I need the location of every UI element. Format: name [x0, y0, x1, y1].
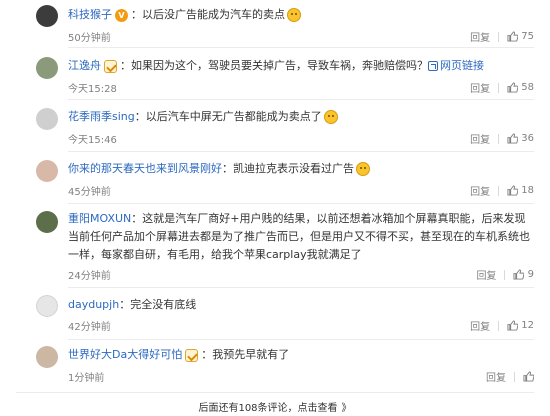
reply-button[interactable]: 回复	[470, 80, 490, 95]
like-count: 12	[521, 319, 534, 331]
comment-actions: 回复	[486, 369, 535, 384]
commenter-name[interactable]: daydupjh	[68, 298, 119, 311]
thumbs-up-icon	[507, 82, 519, 93]
verified-badge-icon	[185, 348, 199, 362]
reply-button[interactable]: 回复	[486, 369, 506, 384]
commenter-name[interactable]: 江逸舟	[68, 59, 101, 72]
chevron-right-icon: 》	[341, 403, 352, 414]
commenter-name[interactable]: 花季雨季sing	[68, 110, 135, 123]
comment-item: 江逸舟 ：如果因为这个，驾驶员要关掉广告，导致车祸，奔驰赔偿吗？ 网页链接 今天15…	[0, 47, 550, 95]
comment-time: 45分钟前	[68, 187, 111, 198]
like-button[interactable]: 12	[507, 320, 534, 332]
divider	[498, 133, 500, 144]
thumbs-up-icon	[523, 371, 535, 382]
like-button[interactable]	[523, 371, 535, 383]
like-count: 9	[527, 268, 534, 280]
avatar[interactable]	[36, 5, 58, 27]
web-link[interactable]: 网页链接	[428, 59, 484, 72]
commenter-name[interactable]: 重阳MOXUN	[68, 212, 131, 225]
verified-badge-icon	[104, 59, 117, 73]
reply-button[interactable]: 回复	[470, 29, 490, 44]
comment-text: ：以后没广告能成为汽车的卖点	[131, 8, 285, 21]
comment-item: daydupjh：完全没有底线 42分钟前 回复 12	[0, 287, 550, 335]
comment-time: 50分钟前	[68, 33, 111, 44]
avatar[interactable]	[36, 108, 58, 130]
comment-time: 1分钟前	[68, 373, 105, 384]
comment-text: ：如果因为这个，驾驶员要关掉广告，导致车祸，奔驰赔偿吗？	[120, 59, 428, 72]
thumbs-up-icon	[507, 31, 519, 42]
load-more-label: 后面还有108条评论，点击查看	[198, 403, 338, 414]
comment-divider	[16, 392, 534, 393]
like-button[interactable]: 58	[507, 82, 534, 94]
comment-item: 世界好大Da大得好可怕 ：我预先早就有了 1分钟前 回复	[0, 339, 550, 391]
divider	[498, 320, 500, 331]
comment-actions: 回复 36	[470, 131, 534, 146]
comment-text: ：凯迪拉克表示没看过广告	[222, 162, 354, 175]
reply-button[interactable]: 回复	[476, 267, 496, 282]
avatar[interactable]	[36, 211, 58, 233]
reply-button[interactable]: 回复	[470, 318, 490, 333]
smile-emoji-icon	[287, 8, 301, 22]
comment-text: ：以后汽车中屏无广告都能成为卖点了	[134, 110, 322, 123]
comment-text: ：我预先早就有了	[201, 348, 290, 361]
like-button[interactable]: 75	[507, 31, 534, 43]
comment-item: 花季雨季sing：以后汽车中屏无广告都能成为卖点了 今天15:46 回复 36	[0, 99, 550, 147]
like-button[interactable]: 9	[513, 269, 534, 281]
reply-button[interactable]: 回复	[470, 131, 490, 146]
vip-icon: V	[115, 8, 128, 22]
reply-button[interactable]: 回复	[470, 183, 490, 198]
comment-time: 42分钟前	[68, 322, 111, 333]
like-count: 18	[521, 184, 534, 196]
comment-item: 科技猴子 V ：以后没广告能成为汽车的卖点 50分钟前 回复 75	[0, 0, 550, 50]
divider	[498, 82, 500, 93]
cat-emoji-icon	[323, 110, 338, 124]
comment-time: 今天15:46	[68, 135, 117, 146]
like-button[interactable]: 36	[507, 133, 534, 145]
commenter-name[interactable]: 科技猴子	[68, 8, 112, 21]
avatar[interactable]	[36, 57, 58, 79]
divider	[514, 371, 515, 382]
comment-item: 你来的那天春天也来到风景刚好：凯迪拉克表示没看过广告 45分钟前 回复 18	[0, 151, 550, 199]
commenter-name[interactable]: 世界好大Da大得好可怕	[68, 348, 182, 361]
link-icon	[428, 61, 438, 71]
comment-actions: 回复 75	[470, 29, 534, 44]
smile-emoji-icon	[356, 162, 370, 176]
comment-actions: 回复 9	[476, 267, 534, 282]
commenter-name[interactable]: 你来的那天春天也来到风景刚好	[68, 162, 222, 175]
comment-actions: 回复 18	[470, 183, 534, 198]
divider	[504, 269, 506, 280]
divider	[498, 185, 500, 196]
load-more-comments-link[interactable]: 后面还有108条评论，点击查看》	[0, 399, 550, 414]
comment-text: ：这就是汽车厂商好+用户贱的结果，以前还想着冰箱加个屏幕真职能，后来发现当前任何…	[68, 212, 530, 261]
like-count: 58	[521, 81, 534, 93]
comment-time: 24分钟前	[68, 271, 111, 282]
thumbs-up-icon	[507, 133, 519, 144]
thumbs-up-icon	[513, 269, 525, 280]
comment-actions: 回复 58	[470, 80, 534, 95]
avatar[interactable]	[36, 346, 58, 368]
comment-text: ：完全没有底线	[119, 298, 197, 311]
comment-time: 今天15:28	[68, 84, 117, 95]
comment-actions: 回复 12	[470, 318, 534, 333]
avatar[interactable]	[36, 295, 58, 317]
divider	[498, 31, 500, 42]
thumbs-up-icon	[507, 320, 519, 331]
like-count: 36	[521, 132, 534, 144]
like-button[interactable]: 18	[507, 185, 534, 197]
thumbs-up-icon	[507, 185, 519, 196]
avatar[interactable]	[36, 160, 58, 182]
comment-item: 重阳MOXUN：这就是汽车厂商好+用户贱的结果，以前还想着冰箱加个屏幕真职能，后…	[0, 203, 550, 285]
like-count: 75	[521, 30, 534, 42]
